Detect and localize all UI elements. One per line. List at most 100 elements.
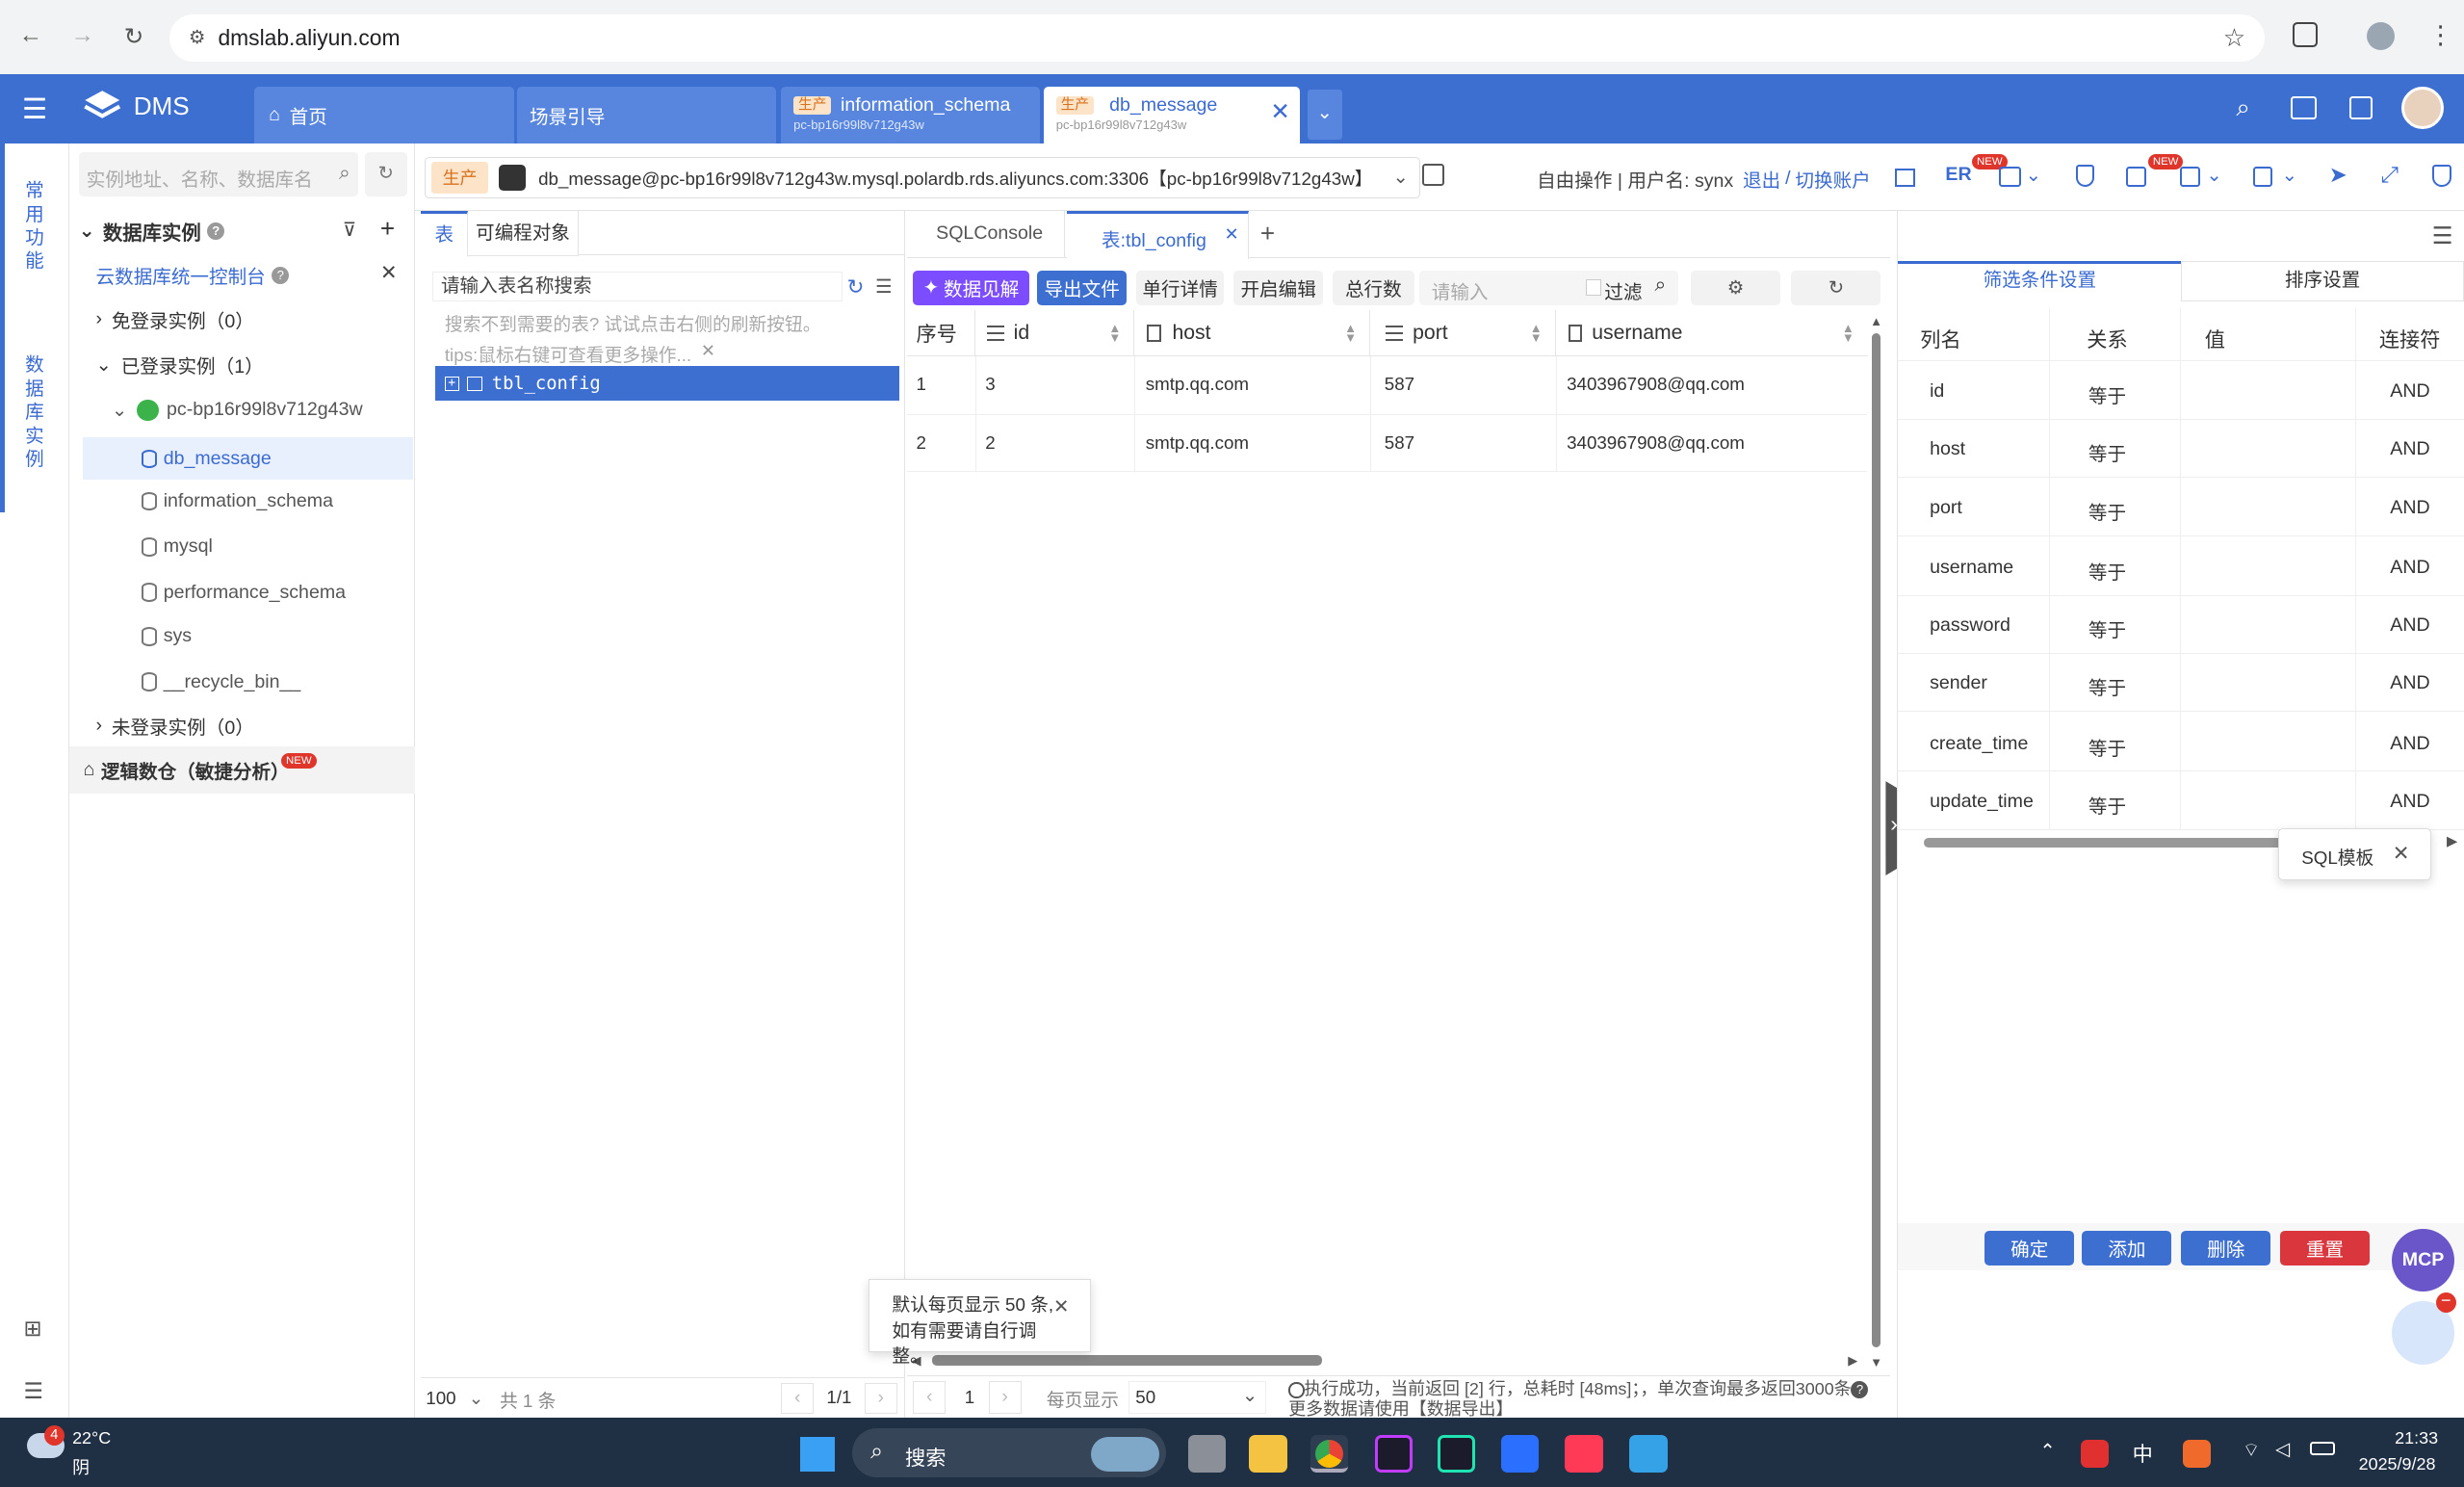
app-logo[interactable]: DMS <box>82 88 190 125</box>
cloud-console-link[interactable]: 云数据库统一控制台 ? <box>96 256 290 294</box>
refresh-icon[interactable]: ↻ <box>364 152 407 196</box>
sort-icon[interactable]: ▲ ▼ <box>1842 322 1854 344</box>
table-item-tbl-config[interactable]: + tbl_config <box>435 366 899 402</box>
site-info-icon[interactable]: ⚙ <box>189 26 206 49</box>
filter-relation[interactable]: 等于 <box>2088 672 2126 700</box>
settings-gear-icon[interactable]: ⚙ <box>1691 270 1781 305</box>
close-tooltip-icon[interactable]: ✕ <box>1053 1294 1069 1319</box>
profile-avatar[interactable] <box>2366 21 2396 51</box>
scroll-down-icon[interactable]: ▼ <box>1870 1355 1882 1370</box>
tree-logged-in[interactable]: ⌄ 已登录实例（1） <box>96 346 264 383</box>
filter-input[interactable]: 请输入 <box>1432 276 1489 304</box>
filter-relation[interactable]: 等于 <box>2088 380 2126 408</box>
section-db-instances[interactable]: ⌄ 数据库实例 ? <box>79 212 225 249</box>
chevron-down-icon[interactable]: ⌄ <box>2206 164 2221 187</box>
filter-relation[interactable]: 等于 <box>2088 791 2126 819</box>
sort-icon[interactable]: ▲ ▼ <box>1108 322 1121 344</box>
page-number-input[interactable]: 1 <box>950 1381 988 1414</box>
chevron-down-icon[interactable]: ⌄ <box>2026 164 2041 187</box>
filter-row[interactable]: update_time 等于 AND <box>1898 771 2464 830</box>
taskbar-search[interactable]: ⌕ 搜索 <box>851 1428 1166 1478</box>
tree-not-logged[interactable]: › 未登录实例（0） <box>96 707 254 744</box>
filter-connector[interactable]: AND <box>2390 497 2429 519</box>
table-row[interactable]: 2 2 smtp.qq.com 587 3403967908@qq.com <box>906 414 1867 472</box>
tree-recycle-bin[interactable]: __recycle_bin__ <box>141 664 300 701</box>
wifi-icon[interactable]: ⌔ <box>2243 1438 2260 1462</box>
scroll-right-icon[interactable]: ▶ <box>1848 1353 1857 1369</box>
scrollbar-thumb[interactable] <box>1871 332 1881 1347</box>
instance-search-input[interactable]: 实例地址、名称、数据库名 ⌕ <box>78 152 359 196</box>
search-icon[interactable]: ⌕ <box>339 162 350 185</box>
clock-time[interactable]: 21:33 <box>2395 1428 2438 1448</box>
menu-dots-icon[interactable]: ⋮ <box>2427 20 2452 50</box>
tab-home[interactable]: ⌂ 首页 <box>254 86 514 143</box>
send-icon[interactable]: ➤ <box>2329 162 2347 188</box>
sort-icon[interactable]: ▲ ▼ <box>1344 322 1357 344</box>
filter-relation[interactable]: 等于 <box>2088 614 2126 642</box>
filter-horizontal-scrollbar[interactable] <box>1923 837 2285 848</box>
filter-connector[interactable]: AND <box>2390 614 2429 637</box>
filter-row[interactable]: host 等于 AND <box>1898 420 2464 479</box>
filter-row[interactable]: create_time 等于 AND <box>1898 714 2464 772</box>
close-icon[interactable]: ✕ <box>2393 842 2410 866</box>
add-tab-icon[interactable]: + <box>1260 219 1275 248</box>
notepad-icon[interactable] <box>1629 1435 1668 1474</box>
delete-button[interactable]: 删除 <box>2181 1230 2271 1265</box>
page-size-select[interactable]: 100 ⌄ <box>426 1384 488 1412</box>
ime-indicator[interactable]: 中 <box>2133 1438 2153 1468</box>
app-icon[interactable] <box>1500 1435 1539 1474</box>
filter-relation[interactable]: 等于 <box>2088 497 2126 525</box>
add-button[interactable]: 添加 <box>2082 1230 2172 1265</box>
cell-host[interactable]: smtp.qq.com <box>1146 374 1249 395</box>
bookmark-star-icon[interactable]: ☆ <box>2223 23 2245 53</box>
col-header-username[interactable]: username ▲ ▼ <box>1556 310 1867 357</box>
tree-db-message[interactable]: db_message <box>141 440 272 478</box>
address-bar[interactable]: ⚙ dmslab.aliyun.com ☆ <box>169 13 2265 62</box>
expand-icon[interactable]: + <box>444 377 459 391</box>
close-tab-icon[interactable]: ✕ <box>1270 97 1290 126</box>
taskview-icon[interactable] <box>1187 1435 1226 1474</box>
close-tab-icon[interactable]: ✕ <box>1225 224 1239 245</box>
col-header-port[interactable]: port ▲ ▼ <box>1370 309 1556 357</box>
monitor-icon[interactable] <box>2291 95 2317 120</box>
connection-select[interactable]: 生产 db_message@pc-bp16r99l8v712g43w.mysql… <box>424 157 1421 198</box>
chevron-down-icon[interactable]: ⌄ <box>2282 164 2297 187</box>
refresh-icon[interactable]: ↻ <box>1791 270 1881 305</box>
close-tips-icon[interactable]: ✕ <box>701 341 715 361</box>
tree-information-schema[interactable]: information_schema <box>141 483 333 520</box>
cell-username[interactable]: 3403967908@qq.com <box>1567 432 1745 454</box>
battery-icon[interactable] <box>2310 1441 2336 1456</box>
next-page-button[interactable]: › <box>988 1380 1022 1415</box>
apps-grid-icon[interactable]: ⊞ <box>23 1316 41 1342</box>
table-row[interactable]: 1 3 smtp.qq.com 587 3403967908@qq.com <box>906 356 1867 415</box>
tree-sys[interactable]: sys <box>141 617 192 655</box>
search-icon[interactable]: ⌕ <box>1654 274 1666 297</box>
sort-icon[interactable]: ▲ ▼ <box>1530 322 1543 344</box>
per-page-select[interactable]: 50 ⌄ <box>1128 1380 1267 1415</box>
open-new-window-icon[interactable] <box>1421 163 1444 186</box>
chrome-icon[interactable] <box>1310 1435 1349 1474</box>
back-icon[interactable]: ← <box>19 22 42 49</box>
tree-free-login[interactable]: › 免登录实例（0） <box>96 300 254 338</box>
cell-id[interactable]: 2 <box>985 432 995 454</box>
enable-edit-button[interactable]: 开启编辑 <box>1233 270 1324 305</box>
export-icon[interactable] <box>2179 166 2200 188</box>
show-hidden-icons[interactable]: ⌃ <box>2039 1440 2055 1463</box>
prev-page-button[interactable]: ‹ <box>913 1380 947 1415</box>
tab-filter-conditions[interactable]: 筛选条件设置 <box>1898 260 2182 301</box>
security-icon[interactable] <box>2432 165 2451 188</box>
filter-row[interactable]: password 等于 AND <box>1898 596 2464 654</box>
tray-app-icon[interactable] <box>2080 1439 2110 1469</box>
notes-icon[interactable] <box>2348 95 2373 120</box>
col-header-host[interactable]: host ▲ ▼ <box>1134 309 1371 357</box>
extensions-icon[interactable] <box>2293 21 2319 47</box>
document-icon[interactable] <box>2253 166 2272 188</box>
task-list-icon[interactable] <box>2126 166 2147 188</box>
cell-host[interactable]: smtp.qq.com <box>1146 432 1249 454</box>
collapse-menu-icon[interactable]: ☰ <box>23 1378 42 1404</box>
table-icon[interactable] <box>1895 168 1916 188</box>
confirm-button[interactable]: 确定 <box>1984 1230 2075 1265</box>
clock-date[interactable]: 2025/9/28 <box>2359 1454 2436 1474</box>
close-icon[interactable]: ✕ <box>380 261 398 285</box>
vertical-scrollbar[interactable]: ▲ <box>1870 314 1882 1354</box>
